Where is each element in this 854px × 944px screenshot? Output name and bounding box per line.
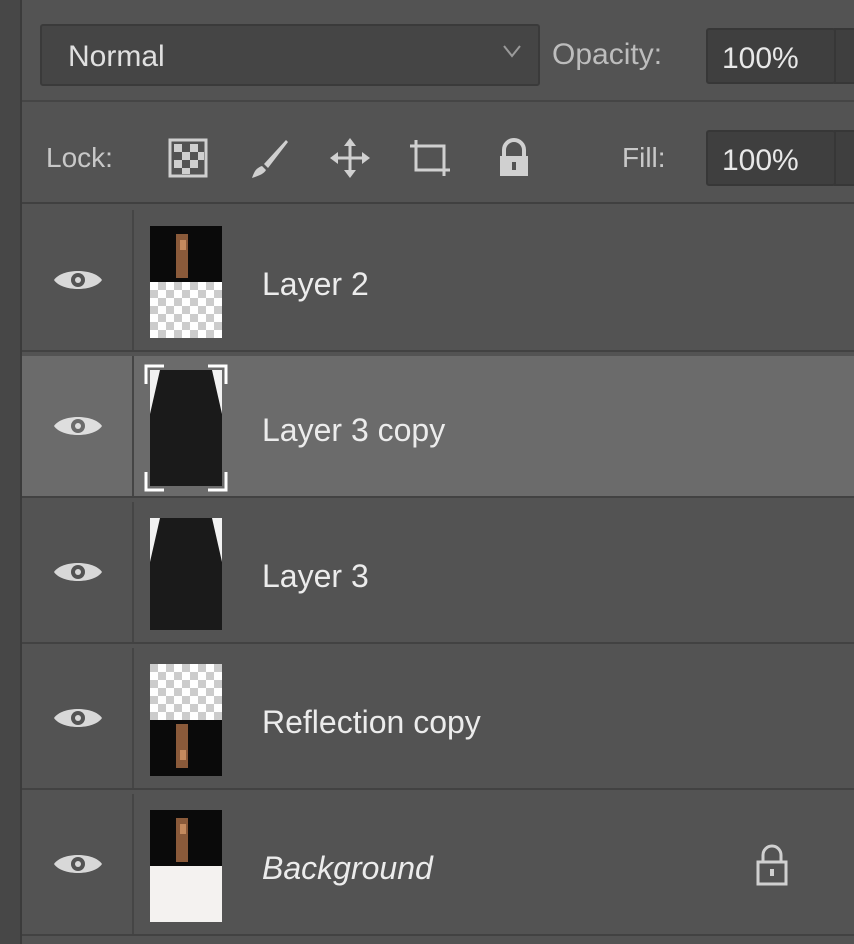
opacity-label: Opacity:	[552, 38, 663, 71]
opacity-dropdown-button[interactable]	[834, 28, 854, 84]
layer-name[interactable]: Background	[262, 850, 433, 887]
layer-thumbnail	[150, 810, 222, 922]
fill-field[interactable]: 100%	[706, 130, 836, 186]
layer-thumbnail	[150, 664, 222, 776]
layer-thumbnail	[144, 364, 228, 492]
layer-row-layer-3-copy[interactable]: Layer 3 copy	[22, 356, 854, 498]
eye-icon[interactable]	[52, 264, 104, 296]
lock-label: Lock:	[46, 142, 113, 173]
layer-thumbnail	[150, 226, 222, 338]
blend-mode-select[interactable]: Normal	[40, 24, 540, 86]
layer-name[interactable]: Layer 2	[262, 266, 369, 303]
visibility-cell[interactable]	[22, 210, 134, 350]
opacity-value: 100%	[722, 42, 799, 75]
visibility-cell[interactable]	[22, 794, 134, 934]
eye-icon[interactable]	[52, 556, 104, 588]
layer-thumbnail	[150, 518, 222, 630]
lock-row: Lock: Fill: 100%	[22, 102, 854, 204]
fill-dropdown-button[interactable]	[834, 130, 854, 186]
layer-row-layer-2[interactable]: Layer 2	[22, 210, 854, 352]
visibility-cell[interactable]	[22, 648, 134, 788]
fill-label: Fill:	[622, 142, 666, 173]
lock-artboard-icon[interactable]	[408, 136, 452, 180]
layer-row-layer-3[interactable]: Layer 3	[22, 502, 854, 644]
lock-position-icon[interactable]	[328, 136, 372, 180]
layer-row-background[interactable]: Background	[22, 794, 854, 936]
layer-lock-icon[interactable]	[752, 842, 792, 886]
layer-name[interactable]: Layer 3	[262, 558, 369, 595]
fill-value: 100%	[722, 144, 799, 177]
eye-icon[interactable]	[52, 410, 104, 442]
opacity-field[interactable]: 100%	[706, 28, 836, 84]
blend-mode-value: Normal	[68, 40, 165, 73]
panel-left-edge	[0, 0, 20, 944]
visibility-cell[interactable]	[22, 502, 134, 642]
eye-icon[interactable]	[52, 848, 104, 880]
visibility-cell[interactable]	[22, 356, 134, 496]
lock-transparent-pixels-icon[interactable]	[166, 136, 210, 180]
lock-image-pixels-icon[interactable]	[248, 136, 292, 180]
layer-name[interactable]: Layer 3 copy	[262, 412, 445, 449]
lock-all-icon[interactable]	[492, 136, 536, 180]
chevron-down-icon	[503, 45, 521, 58]
layers-panel: Normal Opacity: 100% Lock: Fill: 100% La…	[20, 0, 854, 944]
layer-name[interactable]: Reflection copy	[262, 704, 481, 741]
layer-row-reflection-copy[interactable]: Reflection copy	[22, 648, 854, 790]
blend-options-row: Normal Opacity: 100%	[22, 0, 854, 102]
eye-icon[interactable]	[52, 702, 104, 734]
